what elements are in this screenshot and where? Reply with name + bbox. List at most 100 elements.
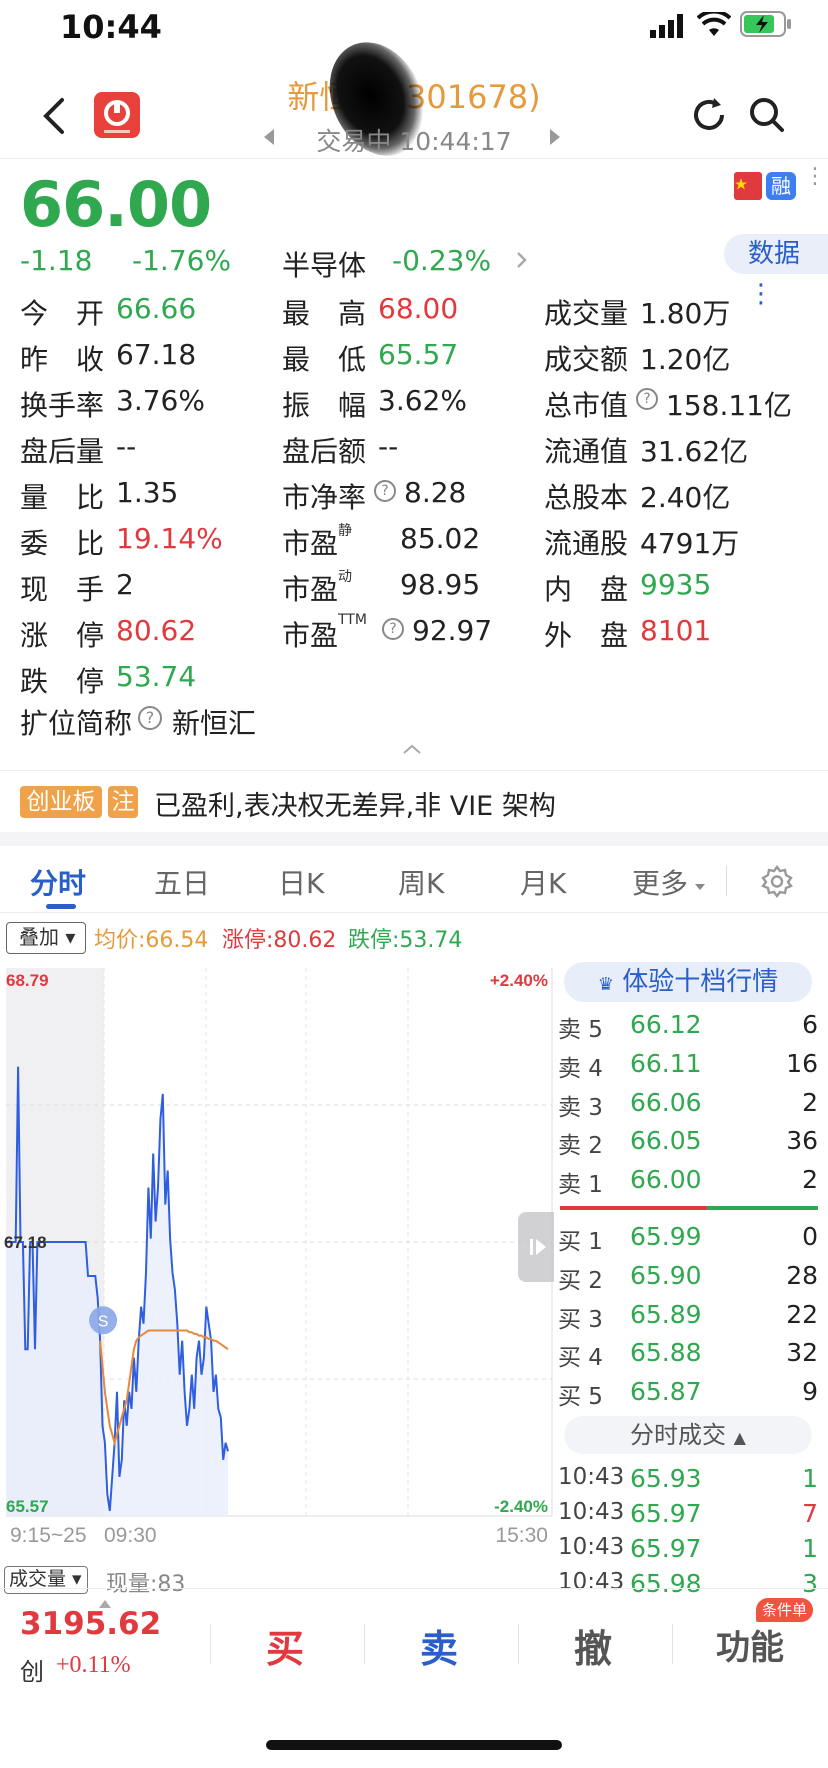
tab-weekly-k[interactable]: 周K bbox=[398, 862, 444, 902]
tab-five-day[interactable]: 五日 bbox=[154, 862, 210, 902]
settings-gear-icon[interactable] bbox=[760, 864, 794, 898]
help-icon[interactable]: ? bbox=[374, 480, 396, 502]
stat-value: 66.66 bbox=[116, 292, 197, 325]
data-button-label: 数据 bbox=[748, 239, 801, 269]
refresh-icon[interactable] bbox=[690, 96, 728, 134]
x-tick-label: 9:15~25 bbox=[10, 1524, 87, 1547]
ask-row[interactable]: 卖 5 66.12 6 bbox=[556, 1010, 818, 1046]
collapse-chevron-icon[interactable] bbox=[402, 740, 422, 754]
board-tag: 创业板 bbox=[20, 786, 102, 818]
stat-value: 1.20亿 bbox=[640, 343, 731, 376]
stat-value: 8.28 bbox=[404, 476, 467, 509]
level-ten-button[interactable]: ♛ 体验十档行情 bbox=[564, 962, 812, 1002]
caret-up-icon: ▲ bbox=[733, 1428, 746, 1447]
sector-chevron-icon[interactable] bbox=[516, 250, 528, 270]
trade-price: 65.97 bbox=[630, 1499, 702, 1528]
help-icon[interactable]: ? bbox=[636, 388, 658, 410]
tab-more[interactable]: 更多 bbox=[632, 862, 688, 902]
cancel-button[interactable]: 撤 bbox=[574, 1618, 612, 1673]
stat-label: 市盈 bbox=[282, 527, 339, 560]
stat-value: 8101 bbox=[640, 614, 712, 647]
prev-stock-icon[interactable] bbox=[262, 128, 276, 146]
ask-row[interactable]: 卖 2 66.05 36 bbox=[556, 1126, 818, 1162]
pe-type-superscript: 静 bbox=[338, 523, 352, 539]
crown-icon: ♛ bbox=[597, 974, 614, 995]
level-price: 66.06 bbox=[630, 1087, 702, 1117]
tab-more-caret-icon[interactable] bbox=[694, 876, 706, 890]
trade-row: 10:43 65.97 7 bbox=[556, 1499, 818, 1533]
ask-row[interactable]: 卖 4 66.11 16 bbox=[556, 1049, 818, 1085]
bid-row[interactable]: 买 5 65.87 9 bbox=[556, 1377, 818, 1413]
stat-label: 市盈 bbox=[282, 619, 339, 652]
y-min-label: 65.57 bbox=[6, 1497, 49, 1516]
stat-label: 市净率 bbox=[282, 481, 367, 514]
trade-price: 65.97 bbox=[630, 1534, 702, 1563]
trade-time: 10:43 bbox=[558, 1534, 625, 1560]
china-flag-icon bbox=[734, 172, 762, 200]
trade-qty: 3 bbox=[802, 1569, 818, 1598]
stat-label: 现 手 bbox=[20, 573, 105, 606]
stat-value: 19.14% bbox=[116, 522, 223, 555]
trade-time: 10:43 bbox=[558, 1499, 625, 1525]
buy-button[interactable]: 买 bbox=[266, 1618, 304, 1673]
data-button[interactable]: 数据 ⋮ bbox=[724, 234, 828, 309]
trade-row: 10:43 65.93 1 bbox=[556, 1464, 818, 1498]
stat-value: 65.57 bbox=[378, 338, 459, 371]
stat-label: 总股本 bbox=[544, 481, 629, 514]
intraday-chart[interactable]: S 68.79 +2.40% 67.18 65.57 -2.40% 9:15~25 09:30… bbox=[0, 956, 554, 1566]
sector-percent: -0.23% bbox=[392, 244, 492, 277]
status-time: 10:44 bbox=[60, 8, 162, 46]
bid-row[interactable]: 买 2 65.90 28 bbox=[556, 1261, 818, 1297]
stat-value: -- bbox=[378, 430, 399, 463]
next-stock-icon[interactable] bbox=[548, 128, 562, 146]
level-label: 买 2 bbox=[558, 1267, 603, 1294]
trade-price: 65.93 bbox=[630, 1464, 702, 1493]
wifi-icon bbox=[696, 9, 732, 38]
margin-badge: 融 bbox=[766, 172, 796, 200]
trade-time: 10:43 bbox=[558, 1464, 625, 1490]
search-icon[interactable] bbox=[748, 96, 786, 136]
stat-label: 内 盘 bbox=[544, 573, 629, 606]
bid-row[interactable]: 买 1 65.99 0 bbox=[556, 1222, 818, 1258]
trade-row: 10:43 65.97 1 bbox=[556, 1534, 818, 1568]
bid-row[interactable]: 买 3 65.89 22 bbox=[556, 1300, 818, 1336]
overlay-button[interactable]: 叠加 ▾ bbox=[6, 922, 86, 954]
signal-icon bbox=[650, 14, 690, 38]
level-price: 66.00 bbox=[630, 1165, 702, 1195]
more-dots-icon[interactable]: ⋮ bbox=[804, 166, 826, 200]
stat-value: 4791万 bbox=[640, 527, 740, 560]
tab-intraday[interactable]: 分时 bbox=[30, 862, 86, 902]
stat-label: 量 比 bbox=[20, 481, 105, 514]
x-tick-label: 09:30 bbox=[104, 1524, 157, 1547]
level-price: 65.89 bbox=[630, 1299, 702, 1329]
ask-row[interactable]: 卖 3 66.06 2 bbox=[556, 1088, 818, 1124]
bid-ask-ratio-bar bbox=[560, 1206, 818, 1210]
level-price: 65.90 bbox=[630, 1260, 702, 1290]
chart-collapse-handle[interactable] bbox=[518, 1212, 554, 1282]
level-qty: 16 bbox=[786, 1048, 818, 1078]
registration-tag: 注 bbox=[108, 786, 138, 818]
sell-button[interactable]: 卖 bbox=[420, 1618, 458, 1673]
stat-label: 市盈 bbox=[282, 573, 339, 606]
trade-qty: 1 bbox=[802, 1464, 818, 1493]
stat-value: 1.80万 bbox=[640, 297, 731, 330]
bid-row[interactable]: 买 4 65.88 32 bbox=[556, 1338, 818, 1374]
help-icon[interactable]: ? bbox=[138, 706, 162, 730]
function-button[interactable]: 功能 bbox=[716, 1620, 784, 1669]
stat-value: 1.35 bbox=[116, 476, 179, 509]
tab-daily-k[interactable]: 日K bbox=[278, 862, 324, 902]
stat-label: 盘后额 bbox=[282, 435, 367, 468]
index-value[interactable]: 3195.62 bbox=[20, 1606, 161, 1642]
help-icon[interactable]: ? bbox=[382, 618, 404, 640]
x-tick-label: 15:30 bbox=[495, 1524, 548, 1547]
sector-name[interactable]: 半导体 bbox=[282, 244, 366, 284]
avg-price: 均价:66.54 bbox=[94, 928, 209, 953]
trade-price: 65.98 bbox=[630, 1569, 702, 1598]
ask-row[interactable]: 卖 1 66.00 2 bbox=[556, 1165, 818, 1201]
level-qty: 2 bbox=[802, 1165, 818, 1195]
tab-monthly-k[interactable]: 月K bbox=[520, 862, 566, 902]
trades-header[interactable]: 分时成交 ▲ bbox=[564, 1416, 812, 1454]
level-qty: 0 bbox=[802, 1222, 818, 1251]
level-label: 卖 1 bbox=[558, 1172, 603, 1199]
volume-button[interactable]: 成交量 ▾ bbox=[4, 1566, 88, 1594]
